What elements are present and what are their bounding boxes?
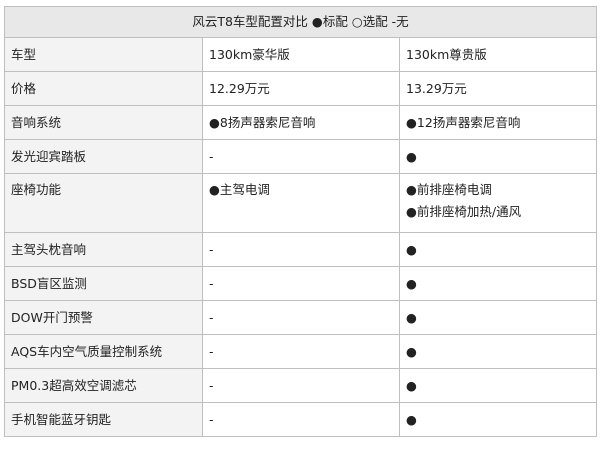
row-value-model-2: ●前排座椅电调 ●前排座椅加热/通风 [398, 173, 598, 233]
cell-line: 座椅功能 [11, 182, 62, 197]
row-value-model-2: ● [398, 266, 598, 301]
cell-line: - [209, 241, 214, 257]
cell-line: ●前排座椅电调 [406, 182, 492, 197]
cell-line: ● [406, 148, 417, 164]
row-value-model-1: - [202, 334, 400, 369]
header-row: 车型 130km豪华版 130km尊贵版 [4, 37, 598, 72]
row-label: PM0.3超高效空调滤芯 [4, 368, 203, 403]
table-row: 手机智能蓝牙钥匙 - ● [4, 402, 598, 437]
cell-line: - [209, 309, 214, 325]
row-label: AQS车内空气质量控制系统 [4, 334, 203, 369]
row-label: 手机智能蓝牙钥匙 [4, 402, 203, 437]
cell-line: ●12扬声器索尼音响 [406, 114, 521, 130]
row-value-model-1: - [202, 402, 400, 437]
table-title: 风云T8车型配置对比 ●标配 ○选配 -无 [3, 6, 598, 38]
table-row: AQS车内空气质量控制系统 - ● [4, 334, 598, 369]
cell-line: - [209, 275, 214, 291]
row-value-model-1: - [202, 300, 400, 335]
row-label: DOW开门预警 [4, 300, 203, 335]
cell-line: ●主驾电调 [209, 182, 270, 197]
table-row: DOW开门预警 - ● [4, 300, 598, 335]
row-value-model-2: ● [398, 300, 598, 335]
comparison-sheet: 风云T8车型配置对比 ●标配 ○选配 -无 车型 130km豪华版 130km尊… [3, 6, 598, 437]
row-value-model-1: - [202, 139, 400, 174]
row-label: 主驾头枕音响 [4, 232, 203, 267]
row-value-model-2: ● [398, 402, 598, 437]
row-value-model-2: 13.29万元 [398, 71, 598, 106]
cell-line: - [209, 343, 214, 359]
row-label: 价格 [4, 71, 203, 106]
header-label: 车型 [4, 37, 203, 72]
cell-line: 13.29万元 [406, 80, 467, 96]
cell-line: - [209, 377, 214, 393]
row-value-model-2: ● [398, 334, 598, 369]
row-label: 发光迎宾踏板 [4, 139, 203, 174]
table-row: BSD盲区监测 - ● [4, 266, 598, 301]
cell-line: ● [406, 241, 417, 257]
row-value-model-2: ● [398, 368, 598, 403]
cell-line: ● [406, 411, 417, 427]
row-value-model-1: - [202, 232, 400, 267]
cell-line: 12.29万元 [209, 80, 270, 96]
cell-line: ●前排座椅加热/通风 [406, 204, 522, 219]
row-label: BSD盲区监测 [4, 266, 203, 301]
row-value-model-1: - [202, 368, 400, 403]
row-label: 音响系统 [4, 105, 203, 140]
cell-line: ● [406, 275, 417, 291]
cell-line: ● [406, 343, 417, 359]
row-value-model-1: 12.29万元 [202, 71, 400, 106]
row-value-model-1: - [202, 266, 400, 301]
row-value-model-2: ● [398, 139, 598, 174]
row-value-model-2: ● [398, 232, 598, 267]
table-row: 音响系统 ●8扬声器索尼音响 ●12扬声器索尼音响 [4, 105, 598, 140]
row-value-model-1: ●主驾电调 [202, 173, 400, 233]
table-title-row: 风云T8车型配置对比 ●标配 ○选配 -无 [3, 6, 598, 38]
cell-line: ● [406, 377, 417, 393]
table-row: 座椅功能 ●主驾电调 ●前排座椅电调 ●前排座椅加热/通风 [4, 173, 598, 233]
header-model-2: 130km尊贵版 [398, 37, 598, 72]
table-row: PM0.3超高效空调滤芯 - ● [4, 368, 598, 403]
table-row: 价格 12.29万元 13.29万元 [4, 71, 598, 106]
header-model-1: 130km豪华版 [202, 37, 400, 72]
cell-line: - [209, 411, 214, 427]
cell-line: ●8扬声器索尼音响 [209, 114, 316, 130]
table-row: 发光迎宾踏板 - ● [4, 139, 598, 174]
config-comparison-table: 风云T8车型配置对比 ●标配 ○选配 -无 车型 130km豪华版 130km尊… [3, 6, 598, 437]
row-value-model-2: ●12扬声器索尼音响 [398, 105, 598, 140]
cell-line: - [209, 148, 214, 164]
row-value-model-1: ●8扬声器索尼音响 [202, 105, 400, 140]
table-row: 主驾头枕音响 - ● [4, 232, 598, 267]
cell-line: ● [406, 309, 417, 325]
row-label: 座椅功能 [4, 173, 203, 233]
